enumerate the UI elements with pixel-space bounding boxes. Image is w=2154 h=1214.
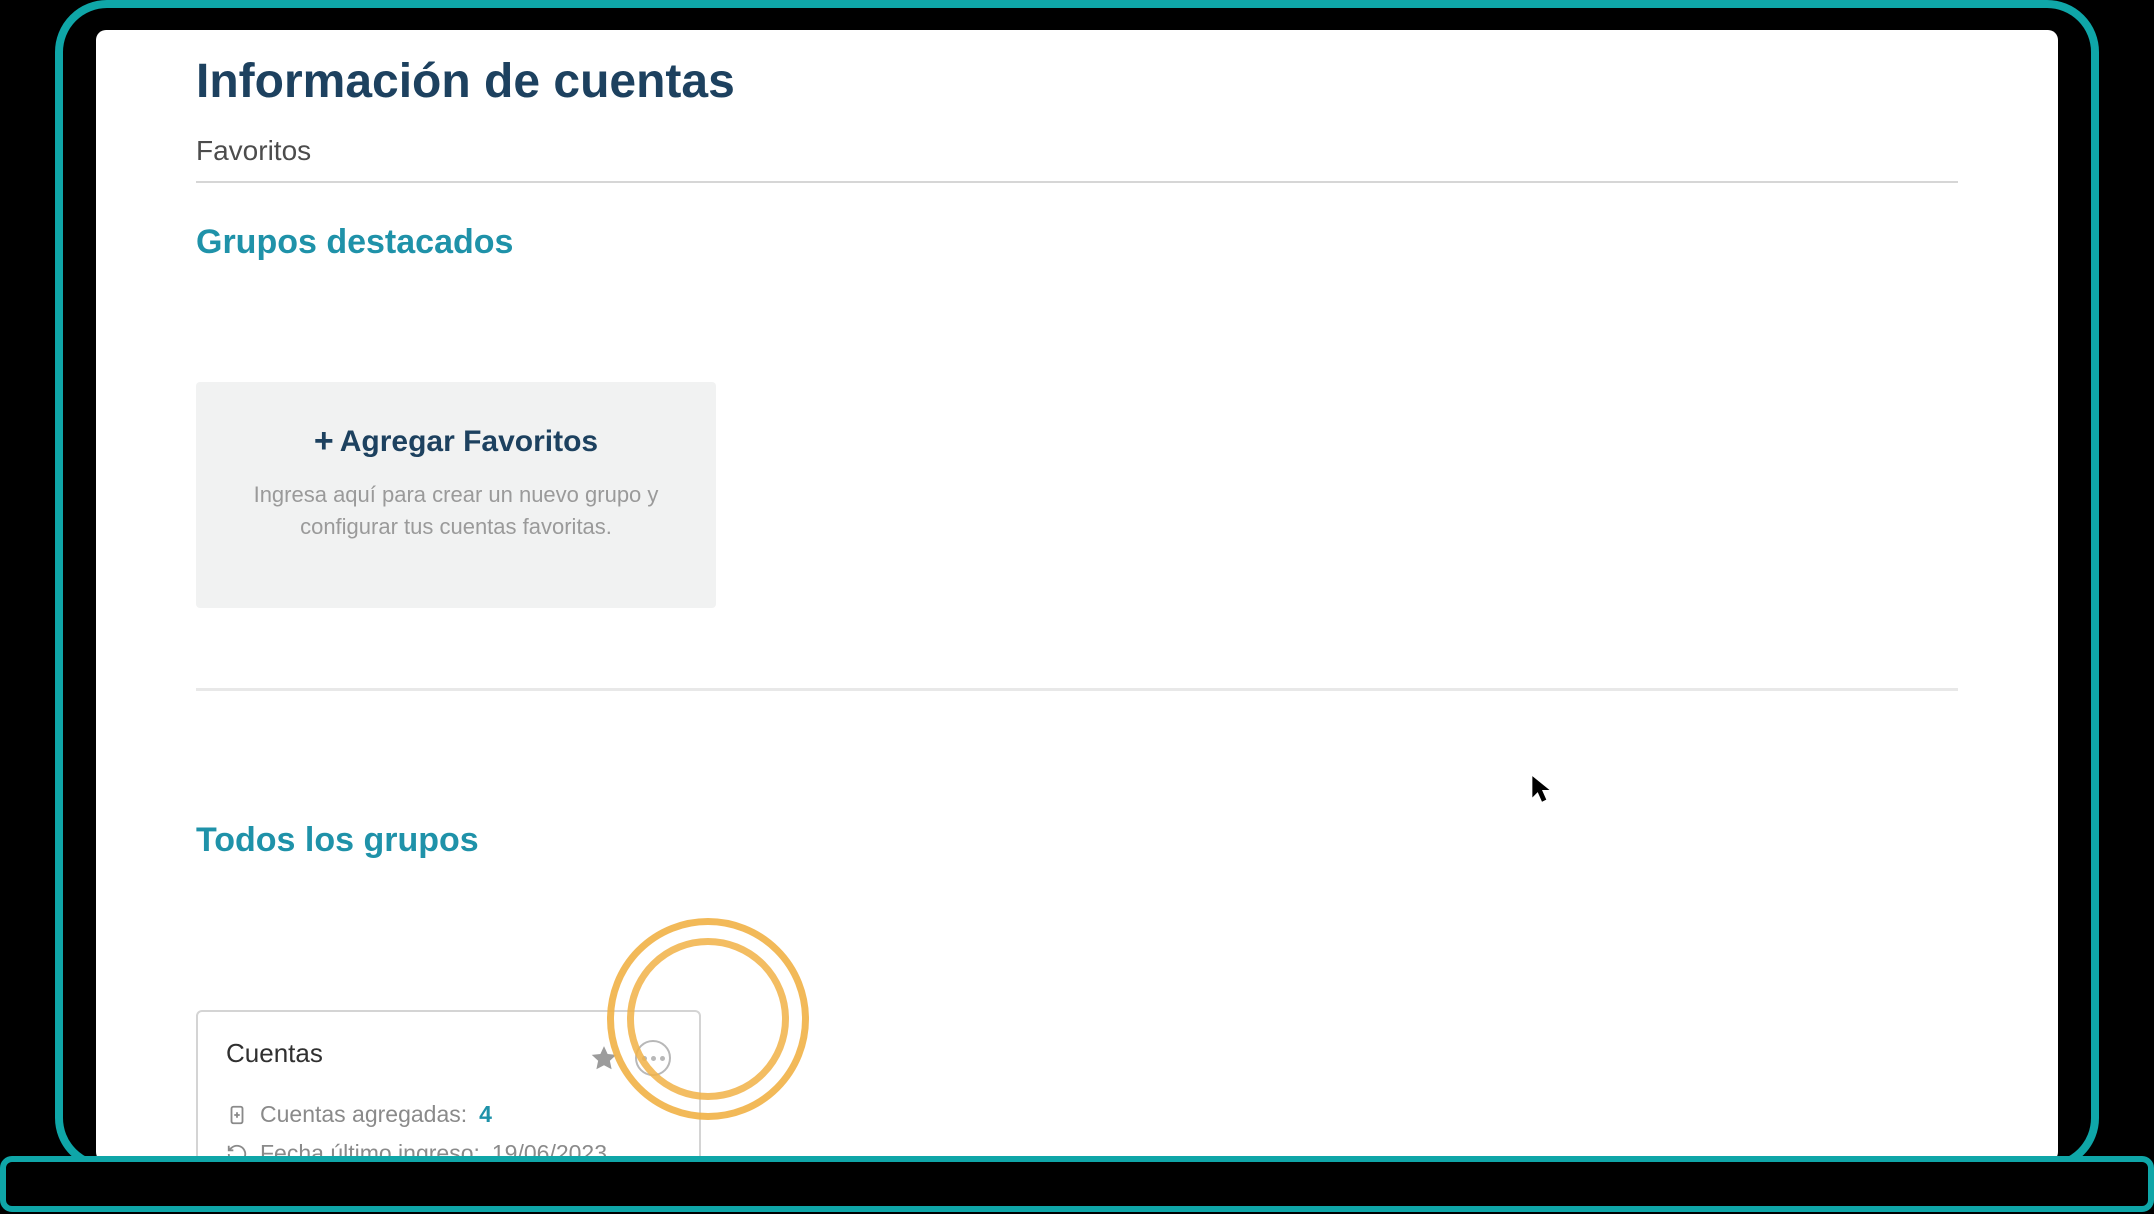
group-accounts-row: Cuentas agregadas: 4 xyxy=(226,1101,671,1128)
add-favorites-description: Ingresa aquí para crear un nuevo grupo y… xyxy=(246,479,666,543)
tab-underline xyxy=(196,181,1958,183)
add-favorites-title: + Agregar Favoritos xyxy=(314,422,598,461)
plus-icon: + xyxy=(314,422,334,461)
featured-groups-heading: Grupos destacados xyxy=(196,223,1958,262)
add-favorites-title-text: Agregar Favoritos xyxy=(340,425,598,459)
device-base xyxy=(0,1156,2154,1212)
group-accounts-count: 4 xyxy=(479,1101,492,1128)
tab-row: Favoritos xyxy=(196,135,1958,177)
more-icon[interactable] xyxy=(635,1040,671,1076)
star-icon[interactable] xyxy=(589,1043,619,1073)
group-accounts-label: Cuentas agregadas: xyxy=(260,1101,467,1128)
group-card-actions xyxy=(589,1040,671,1076)
clipboard-icon xyxy=(226,1104,248,1126)
page-title: Información de cuentas xyxy=(196,54,1958,109)
app-screen: Información de cuentas Favoritos Grupos … xyxy=(96,30,2058,1162)
page-content: Información de cuentas Favoritos Grupos … xyxy=(96,30,2058,1162)
group-card-cuentas[interactable]: Cuentas Cuent xyxy=(196,1010,701,1162)
add-favorites-card[interactable]: + Agregar Favoritos Ingresa aquí para cr… xyxy=(196,382,716,608)
section-divider xyxy=(196,688,1958,691)
device-frame: Información de cuentas Favoritos Grupos … xyxy=(55,0,2099,1170)
tab-favorites[interactable]: Favoritos xyxy=(196,135,311,177)
all-groups-heading: Todos los grupos xyxy=(196,821,1958,860)
